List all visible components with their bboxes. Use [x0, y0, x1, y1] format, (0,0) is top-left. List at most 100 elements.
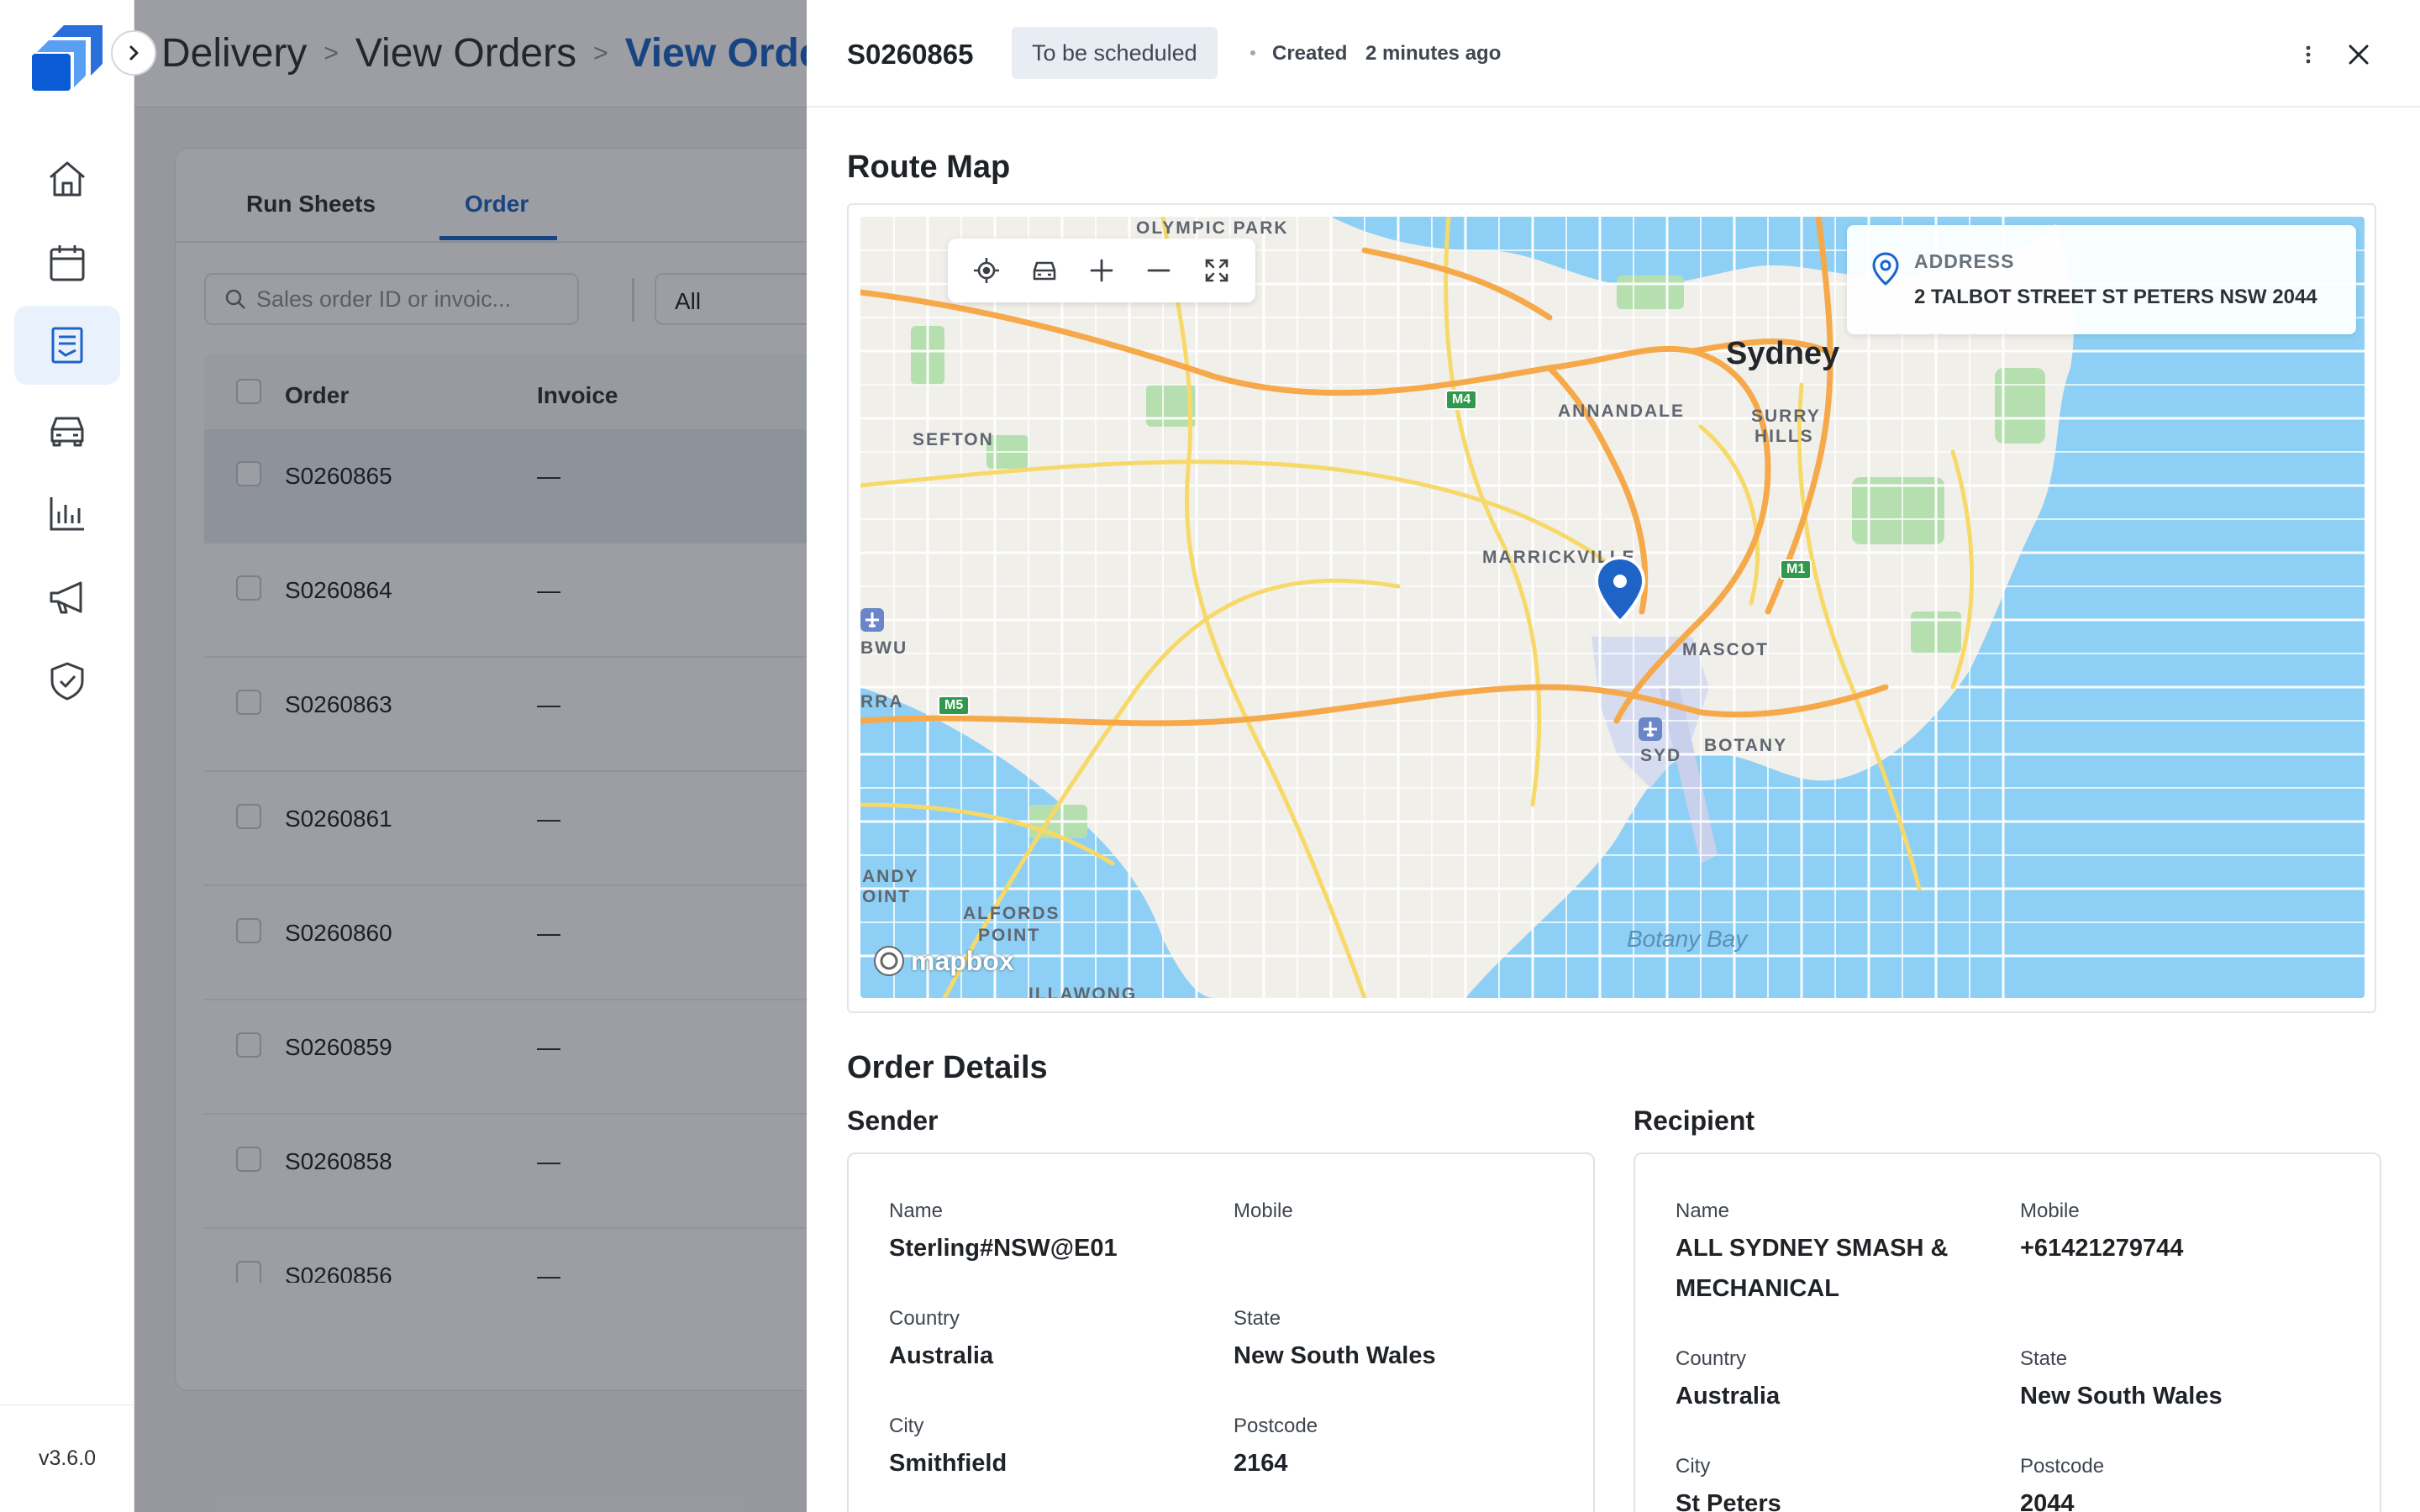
- recipient-title: Recipient: [1634, 1105, 1755, 1136]
- road-shield-m1: M1: [1780, 559, 1812, 580]
- app-logo[interactable]: [30, 22, 106, 92]
- crosshair-icon: [974, 258, 1000, 283]
- recipient-city-label: City: [1676, 1455, 1711, 1478]
- sender-card: Name Mobile Sterling#NSW@E01 Country Sta…: [847, 1152, 1595, 1512]
- sender-mobile-label: Mobile: [1234, 1200, 1293, 1222]
- sender-name-label: Name: [889, 1200, 944, 1222]
- airport-icon: [860, 608, 884, 632]
- map-label-mascot: MASCOT: [1682, 640, 1769, 659]
- mapbox-wordmark: mapbox: [911, 945, 1014, 976]
- map-label-syd: SYD: [1640, 746, 1682, 765]
- car-icon: [50, 417, 84, 447]
- sidebar-item-campaigns[interactable]: [14, 558, 120, 637]
- mapbox-logo-icon: [874, 946, 904, 976]
- shield-check-icon: [50, 662, 84, 701]
- driving-route-button[interactable]: [1023, 249, 1066, 292]
- calendar-icon: [50, 245, 85, 281]
- address-label: ADDRESS: [1914, 250, 2015, 272]
- modal-backdrop[interactable]: [134, 0, 807, 1512]
- map-toolbar: [948, 239, 1255, 302]
- sender-postcode: 2164: [1234, 1450, 1288, 1477]
- recipient-city: St Peters: [1676, 1490, 1781, 1512]
- expand-sidebar-button[interactable]: [111, 30, 156, 76]
- zoom-out-button[interactable]: [1137, 249, 1181, 292]
- sender-name: Sterling#NSW@E01: [889, 1235, 1118, 1262]
- route-map[interactable]: OLYMPIC PARK Sydney ANNANDALE SURRY HILL…: [860, 217, 2365, 998]
- recipient-card: Name Mobile ALL SYDNEY SMASH & MECHANICA…: [1634, 1152, 2381, 1512]
- map-label-rra: RRA: [860, 692, 904, 711]
- close-icon: [2349, 45, 2369, 65]
- car-icon: [1033, 261, 1055, 281]
- sidebar-item-calendar[interactable]: [14, 223, 120, 302]
- locate-button[interactable]: [965, 249, 1008, 292]
- chart-icon: [50, 497, 84, 531]
- airport-icon: [1639, 717, 1662, 741]
- order-id-title: S0260865: [847, 39, 974, 70]
- sidebar-item-compliance[interactable]: [14, 642, 120, 721]
- map-label-surry-hills-2: HILLS: [1754, 427, 1814, 446]
- home-icon: [50, 161, 85, 197]
- map-label-sandy-point-2: OINT: [862, 887, 912, 906]
- map-label-surry-hills-1: SURRY: [1751, 407, 1821, 426]
- created-label: Created: [1272, 42, 1348, 65]
- road-shield-m5: M5: [938, 696, 971, 716]
- status-badge: To be scheduled: [1012, 27, 1218, 79]
- drawer-header: S0260865 To be scheduled Created 2 minut…: [807, 0, 2420, 108]
- sender-city-label: City: [889, 1415, 924, 1437]
- recipient-country-label: Country: [1676, 1347, 1747, 1370]
- app-version: v3.6.0: [0, 1404, 134, 1512]
- sidebar-item-reports[interactable]: [14, 474, 120, 553]
- map-label-illawong: ILLAWONG: [1028, 984, 1138, 998]
- sidebar-item-vehicles[interactable]: [14, 390, 120, 469]
- map-label-alfords-point-2: POINT: [978, 926, 1041, 945]
- route-map-title: Route Map: [847, 150, 1011, 185]
- recipient-postcode-label: Postcode: [2020, 1455, 2105, 1478]
- sender-title: Sender: [847, 1105, 939, 1136]
- minus-icon: [1147, 269, 1171, 272]
- map-label-botany-bay: Botany Bay: [1627, 926, 1748, 952]
- map-label-sandy-point-1: ANDY: [862, 867, 919, 886]
- map-label-sefton: SEFTON: [913, 430, 994, 449]
- address-value: 2 TALBOT STREET ST PETERS NSW 2044: [1914, 286, 2317, 308]
- sender-city: Smithfield: [889, 1450, 1007, 1477]
- map-label-annandale: ANNANDALE: [1558, 402, 1685, 421]
- megaphone-icon: [50, 581, 82, 614]
- separator-dot: [1250, 50, 1255, 55]
- map-label-sydney: Sydney: [1726, 336, 1840, 371]
- destination-pin-icon[interactable]: [1593, 556, 1647, 623]
- created-time: 2 minutes ago: [1365, 42, 1502, 65]
- recipient-postcode: 2044: [2020, 1490, 2075, 1512]
- map-label-botany: BOTANY: [1704, 736, 1788, 755]
- sender-postcode-label: Postcode: [1234, 1415, 1318, 1437]
- recipient-country: Australia: [1676, 1383, 1781, 1410]
- fullscreen-button[interactable]: [1195, 249, 1239, 292]
- recipient-state-label: State: [2020, 1347, 2068, 1370]
- order-drawer: S0260865 To be scheduled Created 2 minut…: [807, 0, 2420, 1512]
- recipient-state: New South Wales: [2020, 1383, 2223, 1410]
- recipient-mobile-label: Mobile: [2020, 1200, 2080, 1222]
- zoom-in-button[interactable]: [1080, 249, 1123, 292]
- sender-state-label: State: [1234, 1307, 1281, 1330]
- sidebar-item-home[interactable]: [14, 139, 120, 218]
- location-pin-icon: [1872, 252, 1899, 286]
- sender-country-label: Country: [889, 1307, 960, 1330]
- map-label-bwu: BWU: [860, 638, 908, 658]
- close-drawer-button[interactable]: [2341, 37, 2376, 72]
- sender-state: New South Wales: [1234, 1342, 1436, 1369]
- fullscreen-icon: [1205, 259, 1228, 282]
- more-vertical-icon: [2306, 45, 2311, 64]
- chevron-right-icon: [129, 45, 139, 60]
- map-label-olympic-park: OLYMPIC PARK: [1136, 218, 1289, 238]
- map-label-alfords-point-1: ALFORDS: [963, 904, 1060, 923]
- sidebar-item-orders[interactable]: [14, 306, 120, 385]
- address-card: ADDRESS 2 TALBOT STREET ST PETERS NSW 20…: [1847, 225, 2356, 334]
- more-options-button[interactable]: [2296, 40, 2321, 69]
- plus-icon: [1090, 259, 1113, 282]
- mapbox-attribution[interactable]: mapbox: [872, 944, 1014, 978]
- road-shield-m4: M4: [1445, 390, 1478, 410]
- sidebar: v3.6.0: [0, 0, 134, 1512]
- orders-icon: [51, 327, 83, 364]
- recipient-mobile: +61421279744: [2020, 1235, 2184, 1262]
- recipient-name-label: Name: [1676, 1200, 1730, 1222]
- order-details-title: Order Details: [847, 1050, 1048, 1085]
